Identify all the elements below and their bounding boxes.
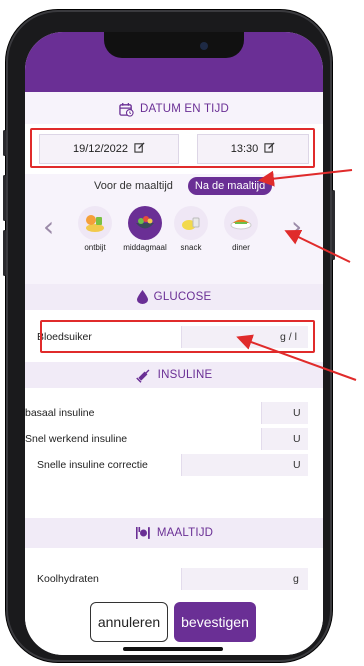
arrow-to-meal-picker: [284, 230, 351, 263]
arrow-to-toggle: [258, 169, 353, 187]
arrow-to-glucose: [236, 334, 357, 381]
annotation-arrows: [236, 169, 357, 381]
